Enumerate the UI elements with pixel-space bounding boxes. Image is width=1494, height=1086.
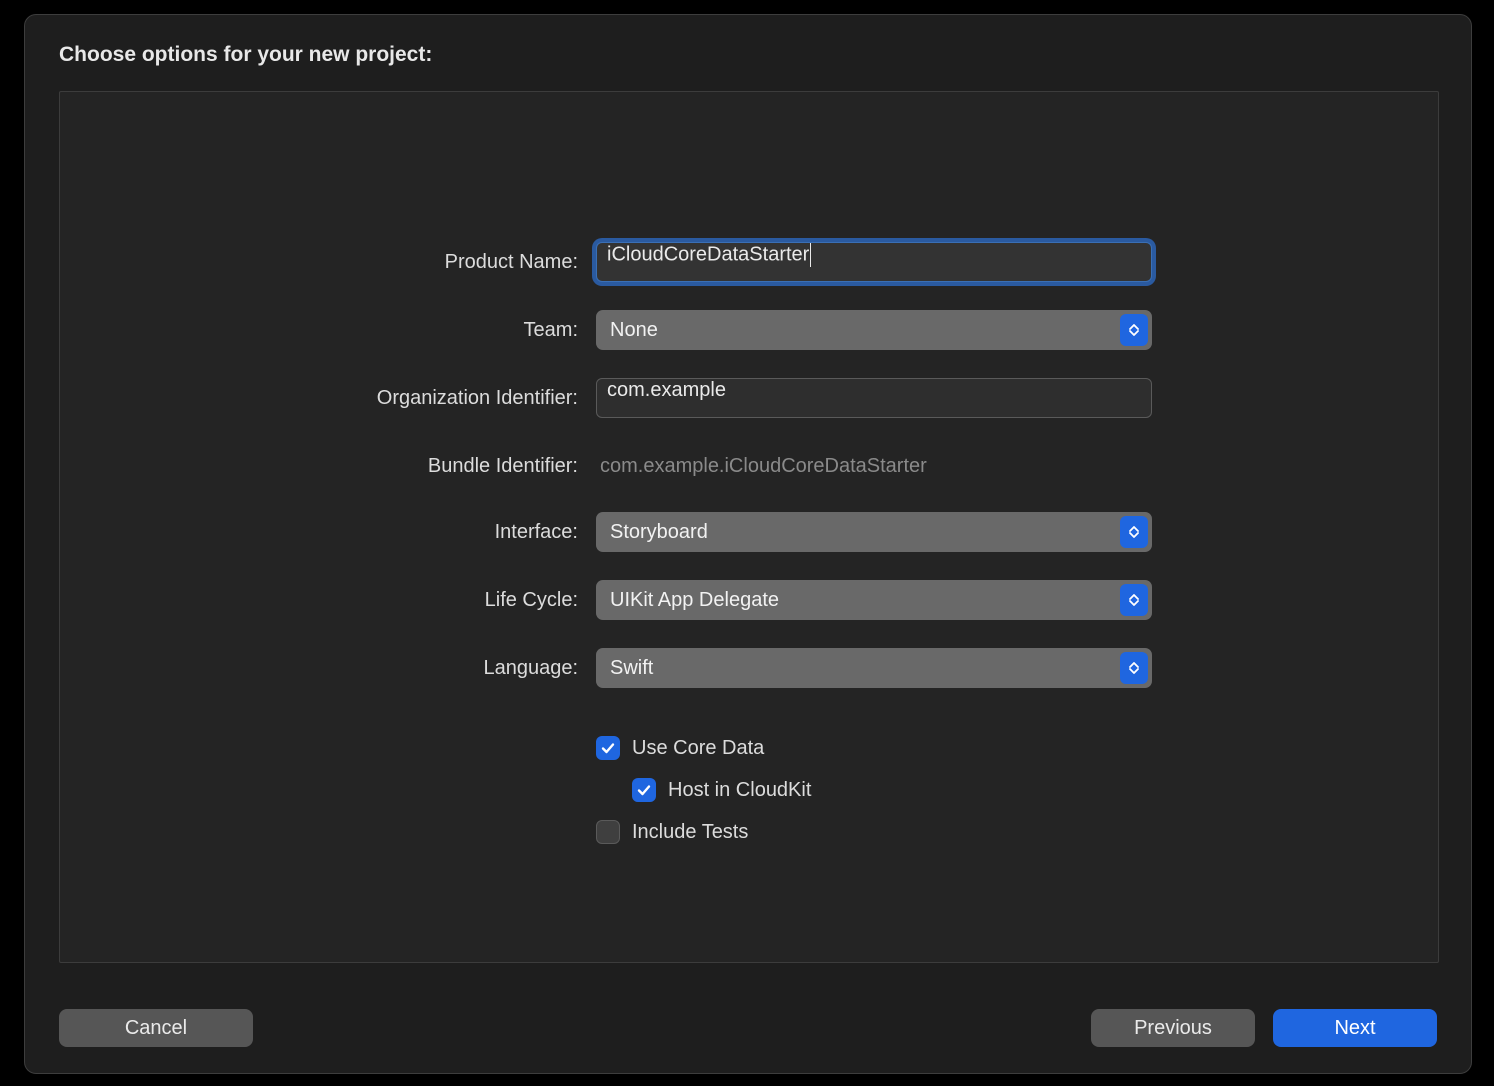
updown-icon xyxy=(1120,314,1148,346)
row-language: Language: Swift xyxy=(60,646,1438,690)
org-identifier-value: com.example xyxy=(607,379,726,401)
row-include-tests: Include Tests xyxy=(60,816,1438,848)
org-identifier-input[interactable]: com.example xyxy=(596,378,1152,418)
language-value: Swift xyxy=(596,657,653,680)
check-icon xyxy=(600,740,616,756)
host-cloudkit-checkbox[interactable] xyxy=(632,778,656,802)
interface-value: Storyboard xyxy=(596,521,708,544)
row-use-core-data: Use Core Data xyxy=(60,732,1438,764)
life-cycle-popup[interactable]: UIKit App Delegate xyxy=(596,580,1152,620)
updown-icon xyxy=(1120,652,1148,684)
check-icon xyxy=(636,782,652,798)
host-cloudkit-label: Host in CloudKit xyxy=(668,779,811,802)
use-core-data-checkbox[interactable] xyxy=(596,736,620,760)
label-product-name: Product Name: xyxy=(60,251,596,274)
label-org-identifier: Organization Identifier: xyxy=(60,387,596,410)
label-interface: Interface: xyxy=(60,521,596,544)
cancel-button[interactable]: Cancel xyxy=(59,1009,253,1047)
interface-popup[interactable]: Storyboard xyxy=(596,512,1152,552)
row-life-cycle: Life Cycle: UIKit App Delegate xyxy=(60,578,1438,622)
sheet-title: Choose options for your new project: xyxy=(59,43,432,67)
updown-icon xyxy=(1120,516,1148,548)
include-tests-label: Include Tests xyxy=(632,821,748,844)
row-host-cloudkit: Host in CloudKit xyxy=(60,774,1438,806)
product-name-input[interactable]: iCloudCoreDataStarter xyxy=(596,242,1152,282)
product-name-value: iCloudCoreDataStarter xyxy=(607,243,809,265)
row-product-name: Product Name: iCloudCoreDataStarter xyxy=(60,240,1438,284)
row-bundle-identifier: Bundle Identifier: com.example.iCloudCor… xyxy=(60,444,1438,488)
label-life-cycle: Life Cycle: xyxy=(60,589,596,612)
team-value: None xyxy=(596,319,658,342)
label-team: Team: xyxy=(60,319,596,342)
bundle-identifier-value: com.example.iCloudCoreDataStarter xyxy=(596,455,1156,478)
include-tests-checkbox[interactable] xyxy=(596,820,620,844)
options-panel: Product Name: iCloudCoreDataStarter Team… xyxy=(59,91,1439,963)
team-popup[interactable]: None xyxy=(596,310,1152,350)
previous-button[interactable]: Previous xyxy=(1091,1009,1255,1047)
label-bundle-identifier: Bundle Identifier: xyxy=(60,455,596,478)
use-core-data-label: Use Core Data xyxy=(632,737,764,760)
updown-icon xyxy=(1120,584,1148,616)
text-caret xyxy=(810,243,811,267)
form-area: Product Name: iCloudCoreDataStarter Team… xyxy=(60,240,1438,858)
row-interface: Interface: Storyboard xyxy=(60,510,1438,554)
language-popup[interactable]: Swift xyxy=(596,648,1152,688)
row-team: Team: None xyxy=(60,308,1438,352)
footer: Cancel Previous Next xyxy=(59,1009,1437,1049)
life-cycle-value: UIKit App Delegate xyxy=(596,589,779,612)
new-project-options-sheet: Choose options for your new project: Pro… xyxy=(24,14,1472,1074)
next-button[interactable]: Next xyxy=(1273,1009,1437,1047)
label-language: Language: xyxy=(60,657,596,680)
row-org-identifier: Organization Identifier: com.example xyxy=(60,376,1438,420)
